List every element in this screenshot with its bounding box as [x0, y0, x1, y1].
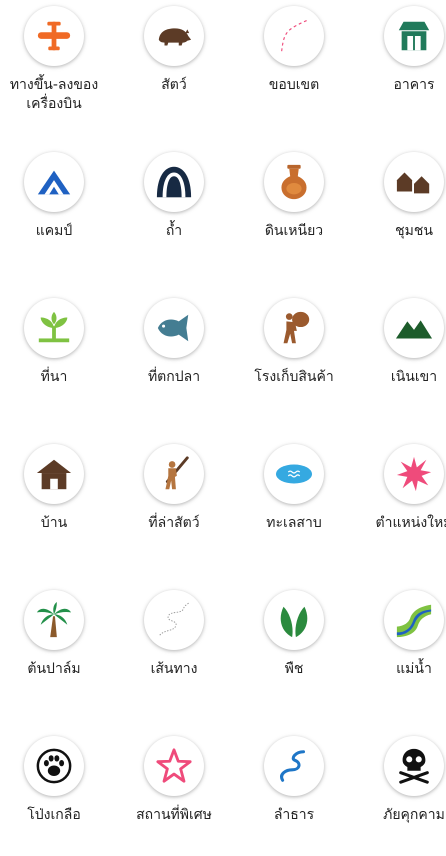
category-label: ที่ล่าสัตว์ — [148, 515, 200, 531]
river-icon — [384, 590, 444, 650]
airplane-icon — [24, 6, 84, 66]
stream-icon — [264, 736, 324, 796]
category-label: ต้นปาล์ม — [27, 661, 81, 677]
porter-icon — [264, 298, 324, 358]
category-label: อาคาร — [393, 77, 435, 93]
category-item[interactable]: สัตว์ — [114, 6, 234, 126]
cave-icon — [144, 152, 204, 212]
category-item[interactable]: ที่ล่าสัตว์ — [114, 444, 234, 564]
category-label: ชุมชน — [395, 223, 433, 239]
category-label: ทางขึ้น-ลงของ เครื่องบิน — [9, 77, 99, 112]
palm-tree-icon — [24, 590, 84, 650]
category-label: ถ้ำ — [165, 223, 183, 239]
category-item[interactable]: ต้นปาล์ม — [0, 590, 114, 710]
category-label: บ้าน — [40, 515, 68, 531]
burst-icon — [384, 444, 444, 504]
clay-pot-icon — [264, 152, 324, 212]
category-label: ตำแหน่งใหม่ — [375, 515, 446, 531]
category-item[interactable]: ถ้ำ — [114, 152, 234, 272]
category-label: พืช — [284, 661, 304, 677]
category-label: สัตว์ — [161, 77, 187, 93]
animal-icon — [144, 6, 204, 66]
lake-icon — [264, 444, 324, 504]
category-item[interactable]: ภัยคุกคาม — [354, 736, 446, 856]
path-icon — [144, 590, 204, 650]
house-icon — [24, 444, 84, 504]
category-item[interactable]: ชุมชน — [354, 152, 446, 272]
category-item[interactable]: แคมป์ — [0, 152, 114, 272]
category-item[interactable]: เนินเขา — [354, 298, 446, 418]
skull-icon — [384, 736, 444, 796]
category-label: ที่ตกปลา — [147, 369, 201, 385]
category-label: แม่น้ำ — [396, 661, 432, 677]
category-item[interactable]: ดินเหนียว — [234, 152, 354, 272]
category-item[interactable]: สถานที่พิเศษ — [114, 736, 234, 856]
fish-icon — [144, 298, 204, 358]
category-label: ดินเหนียว — [264, 223, 324, 239]
category-label: ทะเลสาบ — [266, 515, 322, 531]
category-label: เนินเขา — [390, 369, 438, 385]
category-item[interactable]: ตำแหน่งใหม่ — [354, 444, 446, 564]
category-label: ที่นา — [40, 369, 68, 385]
category-item[interactable]: พืช — [234, 590, 354, 710]
category-item[interactable]: บ้าน — [0, 444, 114, 564]
category-item[interactable]: ที่นา — [0, 298, 114, 418]
category-label: ภัยคุกคาม — [383, 807, 445, 823]
boundary-icon — [264, 6, 324, 66]
category-label: โรงเก็บสินค้า — [254, 369, 334, 385]
category-item[interactable]: ทางขึ้น-ลงของ เครื่องบิน — [0, 6, 114, 126]
category-label: โป่งเกลือ — [27, 807, 81, 823]
building-icon — [384, 6, 444, 66]
category-item[interactable]: ทะเลสาบ — [234, 444, 354, 564]
category-item[interactable]: ลำธาร — [234, 736, 354, 856]
category-item[interactable]: เส้นทาง — [114, 590, 234, 710]
camp-icon — [24, 152, 84, 212]
category-item[interactable]: ที่ตกปลา — [114, 298, 234, 418]
category-item[interactable]: ขอบเขต — [234, 6, 354, 126]
category-item[interactable]: โป่งเกลือ — [0, 736, 114, 856]
community-icon — [384, 152, 444, 212]
category-label: เส้นทาง — [150, 661, 198, 677]
field-icon — [24, 298, 84, 358]
category-item[interactable]: แม่น้ำ — [354, 590, 446, 710]
paw-icon — [24, 736, 84, 796]
category-label: ลำธาร — [273, 807, 315, 823]
star-icon — [144, 736, 204, 796]
hill-icon — [384, 298, 444, 358]
category-item[interactable]: อาคาร — [354, 6, 446, 126]
hunter-icon — [144, 444, 204, 504]
plant-icon — [264, 590, 324, 650]
category-label: แคมป์ — [35, 223, 73, 239]
category-item[interactable]: โรงเก็บสินค้า — [234, 298, 354, 418]
category-label: สถานที่พิเศษ — [136, 807, 212, 823]
category-label: ขอบเขต — [268, 77, 320, 93]
